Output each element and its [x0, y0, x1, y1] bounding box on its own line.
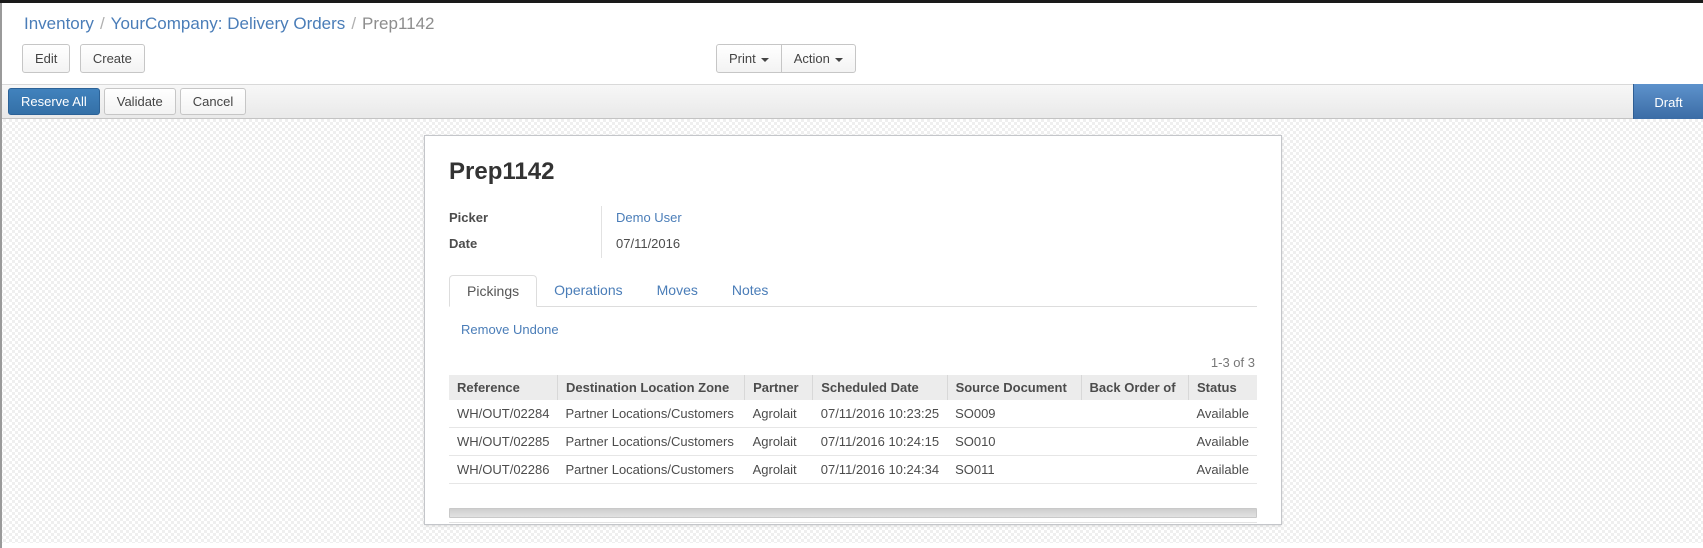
cell-partner[interactable]: Agrolait: [745, 456, 813, 484]
cell-source-document[interactable]: SO011: [947, 456, 1081, 484]
action-dropdown-button[interactable]: Action: [781, 44, 856, 73]
breadcrumb-separator: /: [345, 14, 362, 33]
cancel-button[interactable]: Cancel: [180, 88, 246, 115]
cell-back-order-of[interactable]: [1081, 400, 1188, 428]
breadcrumb-current: Prep1142: [362, 14, 434, 33]
header: Inventory/YourCompany: Delivery Orders/P…: [0, 0, 1703, 84]
table-row[interactable]: WH/OUT/02284 Partner Locations/Customers…: [449, 400, 1257, 428]
tab-notes[interactable]: Notes: [715, 275, 786, 307]
cell-destination[interactable]: Partner Locations/Customers: [557, 456, 744, 484]
validate-button[interactable]: Validate: [104, 88, 176, 115]
print-dropdown-button[interactable]: Print: [716, 44, 782, 73]
field-labels: Picker Date: [449, 206, 601, 258]
column-header-destination[interactable]: Destination Location Zone: [557, 375, 744, 400]
window-top-edge: [0, 0, 1703, 3]
status-badge: Draft: [1633, 84, 1703, 120]
print-dropdown-label: Print: [729, 51, 756, 66]
chevron-down-icon: [835, 58, 843, 62]
table-row[interactable]: WH/OUT/02286 Partner Locations/Customers…: [449, 456, 1257, 484]
cell-back-order-of[interactable]: [1081, 428, 1188, 456]
notebook-tabs: Pickings Operations Moves Notes: [449, 274, 1257, 307]
column-header-scheduled-date[interactable]: Scheduled Date: [813, 375, 947, 400]
content-background: Prep1142 Picker Date Demo User 07/11/201…: [0, 119, 1703, 543]
breadcrumb-inventory[interactable]: Inventory: [24, 14, 94, 33]
cell-status[interactable]: Available: [1188, 456, 1257, 484]
action-buttons: Print Action: [716, 44, 856, 73]
breadcrumb-delivery-orders[interactable]: YourCompany: Delivery Orders: [111, 14, 346, 33]
record-buttons: Edit Create: [22, 44, 150, 73]
action-dropdown-label: Action: [794, 51, 830, 66]
horizontal-scrollbar[interactable]: [449, 508, 1257, 518]
field-values: Demo User 07/11/2016: [601, 206, 1257, 258]
table-row[interactable]: WH/OUT/02285 Partner Locations/Customers…: [449, 428, 1257, 456]
window-left-edge: [0, 0, 2, 548]
pickings-table: Reference Destination Location Zone Part…: [449, 375, 1257, 484]
tab-operations[interactable]: Operations: [537, 275, 639, 307]
edit-button[interactable]: Edit: [22, 44, 70, 73]
cell-destination[interactable]: Partner Locations/Customers: [557, 428, 744, 456]
picker-field-label: Picker: [449, 206, 601, 232]
picker-field-value[interactable]: Demo User: [616, 210, 682, 225]
remove-undone-link[interactable]: Remove Undone: [461, 322, 559, 337]
create-button[interactable]: Create: [80, 44, 145, 73]
tab-body-pickings: Remove Undone 1-3 of 3 Reference Destina…: [449, 307, 1257, 523]
tab-pickings[interactable]: Pickings: [449, 275, 537, 307]
form-sheet: Prep1142 Picker Date Demo User 07/11/201…: [424, 135, 1282, 525]
cell-scheduled-date[interactable]: 07/11/2016 10:23:25: [813, 400, 947, 428]
breadcrumb-separator: /: [94, 14, 111, 33]
cell-reference[interactable]: WH/OUT/02285: [449, 428, 557, 456]
column-header-back-order-of[interactable]: Back Order of: [1081, 375, 1188, 400]
date-field-value: 07/11/2016: [616, 232, 1257, 258]
page-title: Prep1142: [449, 158, 1257, 186]
table-header-row: Reference Destination Location Zone Part…: [449, 375, 1257, 400]
column-header-status[interactable]: Status: [1188, 375, 1257, 400]
divider: [449, 522, 1257, 523]
cell-status[interactable]: Available: [1188, 428, 1257, 456]
reserve-all-button[interactable]: Reserve All: [8, 88, 100, 115]
cell-partner[interactable]: Agrolait: [745, 428, 813, 456]
column-header-partner[interactable]: Partner: [745, 375, 813, 400]
cell-back-order-of[interactable]: [1081, 456, 1188, 484]
cell-destination[interactable]: Partner Locations/Customers: [557, 400, 744, 428]
cell-partner[interactable]: Agrolait: [745, 400, 813, 428]
field-group: Picker Date Demo User 07/11/2016: [449, 206, 1257, 258]
cell-source-document[interactable]: SO010: [947, 428, 1081, 456]
cell-status[interactable]: Available: [1188, 400, 1257, 428]
toolbar: Edit Create Print Action: [0, 40, 1703, 84]
cell-scheduled-date[interactable]: 07/11/2016 10:24:15: [813, 428, 947, 456]
list-pager[interactable]: 1-3 of 3: [449, 355, 1255, 370]
statusbar: Reserve All Validate Cancel Draft: [0, 84, 1703, 119]
cell-reference[interactable]: WH/OUT/02284: [449, 400, 557, 428]
tab-moves[interactable]: Moves: [640, 275, 715, 307]
breadcrumb: Inventory/YourCompany: Delivery Orders/P…: [0, 3, 1703, 40]
cell-reference[interactable]: WH/OUT/02286: [449, 456, 557, 484]
cell-source-document[interactable]: SO009: [947, 400, 1081, 428]
date-field-label: Date: [449, 232, 601, 258]
cell-scheduled-date[interactable]: 07/11/2016 10:24:34: [813, 456, 947, 484]
column-header-reference[interactable]: Reference: [449, 375, 557, 400]
chevron-down-icon: [761, 58, 769, 62]
column-header-source-document[interactable]: Source Document: [947, 375, 1081, 400]
